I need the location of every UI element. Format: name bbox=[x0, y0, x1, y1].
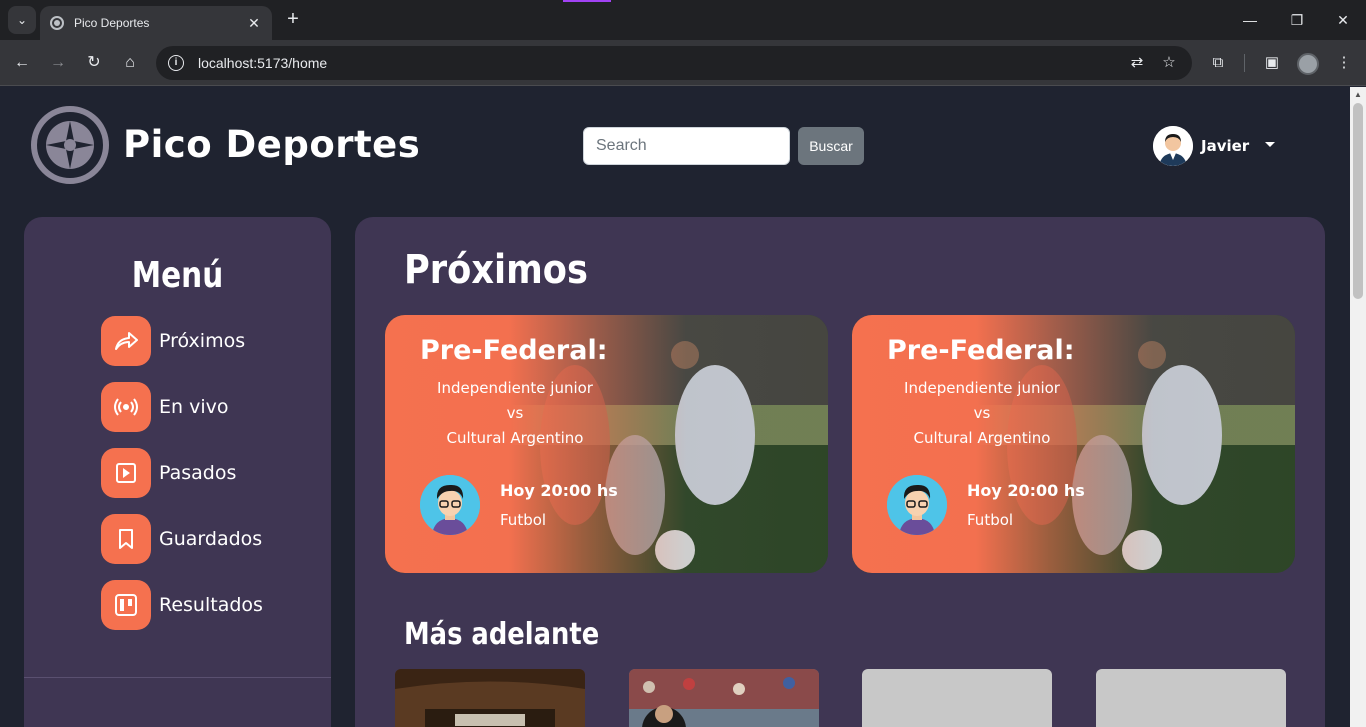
play-square-icon bbox=[101, 448, 151, 498]
sidebar-divider bbox=[24, 677, 331, 678]
reload-button[interactable]: ↻ bbox=[81, 50, 107, 76]
forward-button[interactable]: → bbox=[45, 50, 71, 76]
board-icon bbox=[101, 580, 151, 630]
tab-search-button[interactable]: ⌄ bbox=[8, 6, 36, 34]
toolbar-divider bbox=[1244, 54, 1245, 72]
site-header: Pico Deportes Buscar Javier bbox=[0, 87, 1350, 205]
sidebar-item-label: Guardados bbox=[159, 528, 263, 550]
new-tab-button[interactable]: + bbox=[282, 8, 304, 30]
match-time: Hoy 20:00 hs bbox=[500, 481, 618, 500]
side-panel-icon[interactable]: ▣ bbox=[1261, 52, 1283, 74]
sidebar-item-en-vivo[interactable]: En vivo bbox=[101, 382, 301, 432]
match-league: Pre-Federal: bbox=[420, 335, 608, 366]
menu-title: Menú bbox=[131, 255, 224, 296]
bookmark-icon bbox=[101, 514, 151, 564]
browser-tab-bar: ⌄ Pico Deportes ✕ + — ❐ ✕ bbox=[0, 0, 1366, 40]
reporter-avatar bbox=[420, 475, 480, 535]
tab-title: Pico Deportes bbox=[74, 16, 150, 30]
sidebar-item-pasados[interactable]: Pasados bbox=[101, 448, 301, 498]
match-sport: Futbol bbox=[500, 511, 547, 529]
versus-label: vs bbox=[973, 404, 991, 422]
match-sport: Futbol bbox=[967, 511, 1014, 529]
url-text[interactable]: localhost:5173/home bbox=[198, 55, 1116, 71]
bookmark-star-icon[interactable]: ☆ bbox=[1158, 52, 1180, 74]
user-name[interactable]: Javier bbox=[1201, 137, 1249, 155]
home-button[interactable]: ⌂ bbox=[117, 50, 143, 76]
close-tab-icon[interactable]: ✕ bbox=[246, 15, 262, 32]
sidebar-item-label: Pasados bbox=[159, 462, 237, 484]
sidebar-item-label: En vivo bbox=[159, 396, 229, 418]
match-time: Hoy 20:00 hs bbox=[967, 481, 1085, 500]
match-card[interactable]: Pre-Federal: Independiente junior vs Cul… bbox=[385, 315, 828, 573]
page-viewport: Pico Deportes Buscar Javier Menú Próximo… bbox=[0, 87, 1350, 727]
brand-title[interactable]: Pico Deportes bbox=[123, 123, 420, 166]
user-avatar[interactable] bbox=[1153, 126, 1193, 166]
search-button[interactable]: Buscar bbox=[798, 127, 864, 165]
address-bar[interactable]: i localhost:5173/home ⇄ ☆ bbox=[156, 46, 1192, 80]
browser-profile-avatar[interactable] bbox=[1297, 53, 1319, 75]
sidebar-item-resultados[interactable]: Resultados bbox=[101, 580, 301, 630]
logo-icon[interactable] bbox=[30, 105, 110, 185]
back-button[interactable]: ← bbox=[9, 50, 35, 76]
sidebar-item-label: Resultados bbox=[159, 594, 263, 616]
sidebar-menu: Menú Próximos En vivo Pasados Guardados … bbox=[24, 217, 331, 727]
translate-icon[interactable]: ⇄ bbox=[1126, 52, 1148, 74]
page-scrollbar[interactable]: ▲ bbox=[1350, 87, 1366, 727]
browser-tab[interactable]: Pico Deportes ✕ bbox=[40, 6, 272, 40]
close-window-button[interactable]: ✕ bbox=[1331, 8, 1355, 32]
section-title: Próximos bbox=[404, 247, 588, 293]
chevron-down-icon[interactable] bbox=[1265, 142, 1275, 147]
scrollbar-thumb[interactable] bbox=[1353, 103, 1363, 299]
more-menu-icon[interactable]: ⋮ bbox=[1333, 52, 1355, 74]
site-info-icon[interactable]: i bbox=[168, 55, 184, 71]
globe-icon bbox=[50, 16, 64, 30]
later-card-thumbnail[interactable] bbox=[629, 669, 819, 727]
extensions-icon[interactable]: ⧉ bbox=[1207, 52, 1229, 74]
home-team: Independiente junior bbox=[904, 379, 1060, 397]
match-league: Pre-Federal: bbox=[887, 335, 1075, 366]
sidebar-item-proximos[interactable]: Próximos bbox=[101, 316, 301, 366]
minimize-button[interactable]: — bbox=[1238, 8, 1262, 32]
away-team: Cultural Argentino bbox=[446, 429, 584, 447]
home-team: Independiente junior bbox=[437, 379, 593, 397]
later-section-title: Más adelante bbox=[404, 617, 600, 652]
scroll-up-arrow-icon[interactable]: ▲ bbox=[1350, 87, 1366, 103]
later-card-placeholder[interactable] bbox=[862, 669, 1052, 727]
sidebar-item-label: Próximos bbox=[159, 330, 246, 352]
versus-label: vs bbox=[506, 404, 524, 422]
share-arrow-icon bbox=[101, 316, 151, 366]
broadcast-icon bbox=[101, 382, 151, 432]
profile-indicator bbox=[563, 0, 611, 2]
search-input[interactable] bbox=[583, 127, 790, 165]
away-team: Cultural Argentino bbox=[913, 429, 1051, 447]
main-panel: Próximos Pre-Federal: Independiente juni… bbox=[355, 217, 1325, 727]
reporter-avatar bbox=[887, 475, 947, 535]
later-card-thumbnail[interactable] bbox=[395, 669, 585, 727]
later-card-placeholder[interactable] bbox=[1096, 669, 1286, 727]
sidebar-item-guardados[interactable]: Guardados bbox=[101, 514, 301, 564]
browser-toolbar: ← → ↻ ⌂ i localhost:5173/home ⇄ ☆ ⧉ ▣ ⋮ bbox=[0, 40, 1366, 86]
restore-button[interactable]: ❐ bbox=[1285, 8, 1309, 32]
match-card[interactable]: Pre-Federal: Independiente junior vs Cul… bbox=[852, 315, 1295, 573]
